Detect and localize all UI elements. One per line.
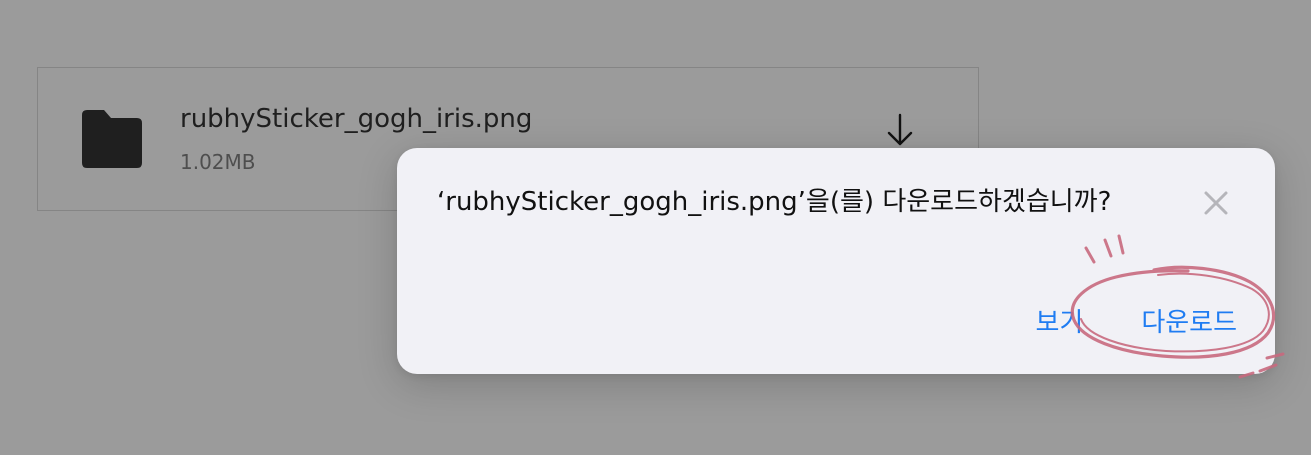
page: rubhySticker_gogh_iris.png 1.02MB ‘rubhy… — [0, 0, 1311, 455]
folder-icon — [82, 110, 142, 168]
file-size: 1.02MB — [180, 150, 256, 174]
file-name: rubhySticker_gogh_iris.png — [180, 104, 533, 134]
close-icon[interactable] — [1203, 190, 1229, 216]
dialog-message: ‘rubhySticker_gogh_iris.png’을(를) 다운로드하겠습… — [437, 187, 1112, 217]
download-button[interactable]: 다운로드 — [1141, 302, 1237, 339]
dialog-actions: 보기 다운로드 — [1035, 302, 1237, 339]
download-dialog: ‘rubhySticker_gogh_iris.png’을(를) 다운로드하겠습… — [397, 148, 1275, 374]
download-arrow-icon[interactable] — [886, 113, 914, 147]
view-button[interactable]: 보기 — [1035, 302, 1083, 339]
